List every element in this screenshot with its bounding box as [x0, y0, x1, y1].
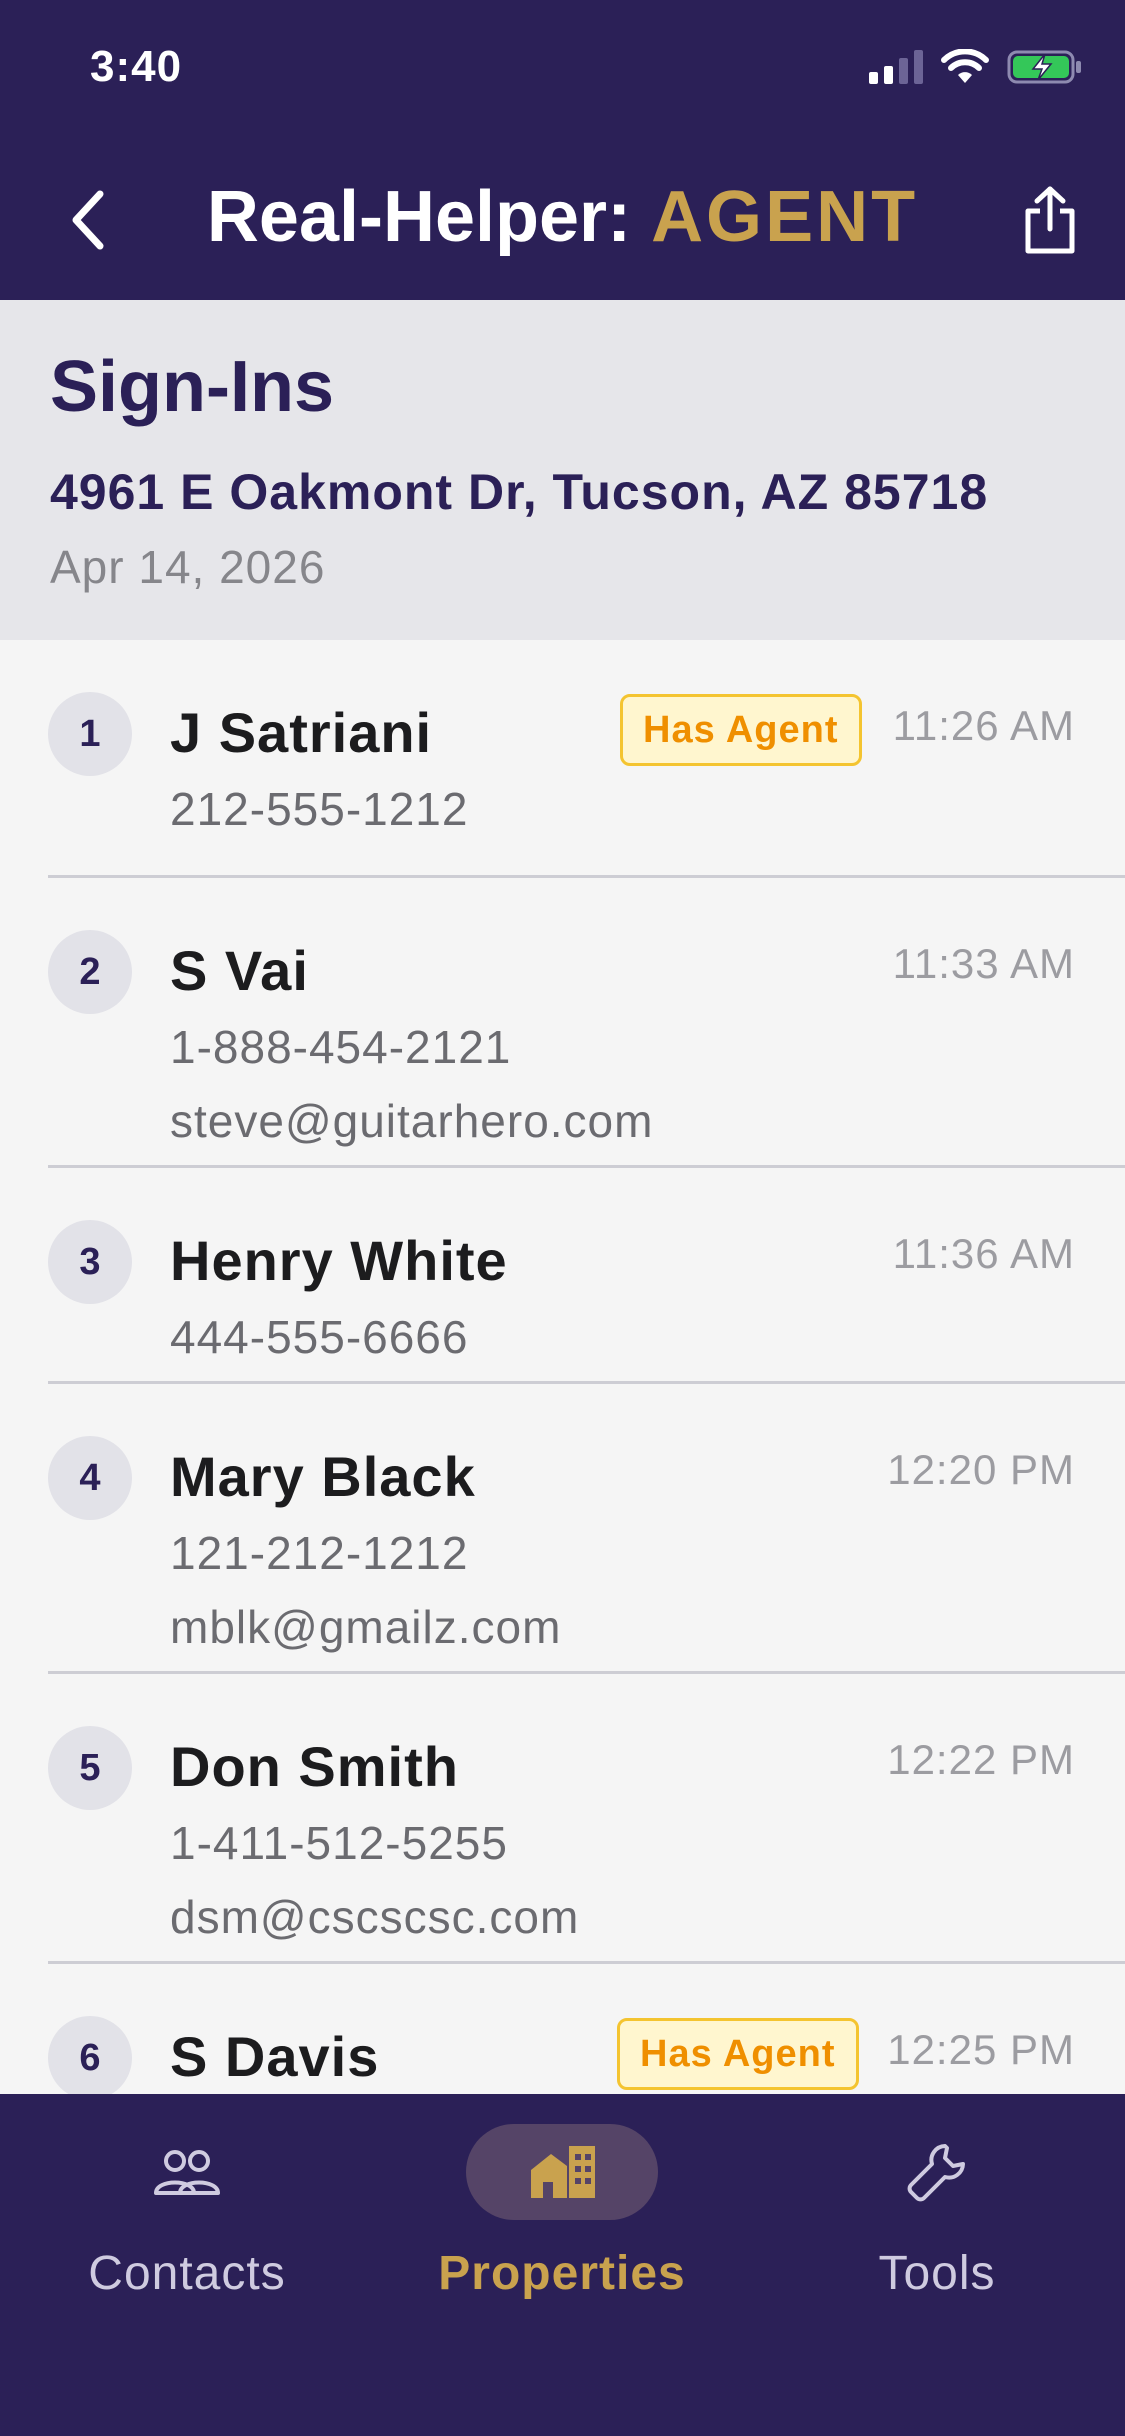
status-icons [869, 48, 1083, 86]
building-icon [531, 2146, 595, 2198]
row-index: 5 [48, 1726, 132, 1810]
contact-name: S Vai [170, 939, 309, 1002]
tab-tools-icon-wrap [841, 2124, 1033, 2220]
signin-time: 12:20 PM [887, 1446, 1075, 1493]
row-index: 2 [48, 930, 132, 1014]
contact-name: Mary Black [170, 1445, 476, 1508]
list-item[interactable]: 2 S Vai 11:33 AM 1-888-454-2121 steve@gu… [0, 878, 1125, 1168]
wrench-icon [907, 2144, 965, 2202]
tab-label: Properties [438, 2247, 686, 2300]
contact-name: Don Smith [170, 1735, 459, 1798]
row-index: 3 [48, 1220, 132, 1304]
tab-properties[interactable]: Properties [412, 2124, 712, 2324]
contact-phone: 444-555-6666 [170, 1311, 469, 1363]
contact-email: mblk@gmailz.com [170, 1601, 562, 1653]
signin-time: 11:26 AM [892, 702, 1075, 749]
contact-phone: 212-555-1212 [170, 783, 469, 835]
signin-list[interactable]: 1 J Satriani Has Agent 11:26 AM 212-555-… [0, 640, 1125, 2094]
contact-phone: 121-212-1212 [170, 1527, 469, 1579]
contact-name: S Davis [170, 2025, 380, 2088]
signin-time: 11:36 AM [892, 1230, 1075, 1277]
share-icon [1025, 186, 1075, 254]
tab-label: Contacts [88, 2247, 286, 2300]
signin-time: 11:33 AM [892, 940, 1075, 987]
navigation-bar: Real-Helper: AGENT [0, 140, 1125, 300]
cellular-signal-icon [869, 50, 923, 84]
page-title: Sign-Ins [50, 347, 334, 427]
list-item[interactable]: 1 J Satriani Has Agent 11:26 AM 212-555-… [0, 640, 1125, 878]
signin-date: Apr 14, 2026 [50, 541, 326, 593]
contact-phone: 1-411-512-5255 [170, 1817, 508, 1869]
has-agent-badge: Has Agent [620, 694, 862, 766]
share-button[interactable] [1015, 180, 1085, 260]
battery-charging-icon [1007, 50, 1081, 84]
list-item[interactable]: 3 Henry White 11:36 AM 444-555-6666 [0, 1168, 1125, 1384]
status-bar: 3:40 [0, 0, 1125, 140]
tab-properties-icon-wrap [466, 2124, 658, 2220]
tab-label: Tools [878, 2247, 996, 2300]
people-icon [154, 2150, 220, 2195]
has-agent-badge: Has Agent [617, 2018, 859, 2090]
signins-header: Sign-Ins 4961 E Oakmont Dr, Tucson, AZ 8… [0, 300, 1125, 640]
tab-contacts[interactable]: Contacts [37, 2124, 337, 2324]
signin-time: 12:25 PM [887, 2026, 1075, 2073]
contact-email: dsm@cscscsc.com [170, 1891, 580, 1943]
property-address: 4961 E Oakmont Dr, Tucson, AZ 85718 [50, 464, 989, 520]
list-item[interactable]: 5 Don Smith 12:22 PM 1-411-512-5255 dsm@… [0, 1674, 1125, 1964]
wifi-icon [941, 49, 989, 83]
tab-tools[interactable]: Tools [787, 2124, 1087, 2324]
app-title-accent: AGENT [651, 177, 919, 257]
tab-contacts-icon-wrap [91, 2124, 283, 2220]
signin-time: 12:22 PM [887, 1736, 1075, 1783]
list-item[interactable]: 6 S Davis Has Agent 12:25 PM [0, 1964, 1125, 2094]
contact-name: Henry White [170, 1229, 508, 1292]
app-title: Real-Helper: AGENT [0, 176, 1125, 258]
row-index: 1 [48, 692, 132, 776]
row-index: 4 [48, 1436, 132, 1520]
list-item[interactable]: 4 Mary Black 12:20 PM 121-212-1212 mblk@… [0, 1384, 1125, 1674]
contact-name: J Satriani [170, 701, 433, 764]
row-index: 6 [48, 2016, 132, 2094]
app-title-text: Real-Helper: [206, 177, 652, 257]
status-time: 3:40 [90, 42, 183, 91]
tab-bar: Contacts Properties Tools [0, 2094, 1125, 2436]
contact-email: steve@guitarhero.com [170, 1095, 654, 1147]
contact-phone: 1-888-454-2121 [170, 1021, 512, 1073]
